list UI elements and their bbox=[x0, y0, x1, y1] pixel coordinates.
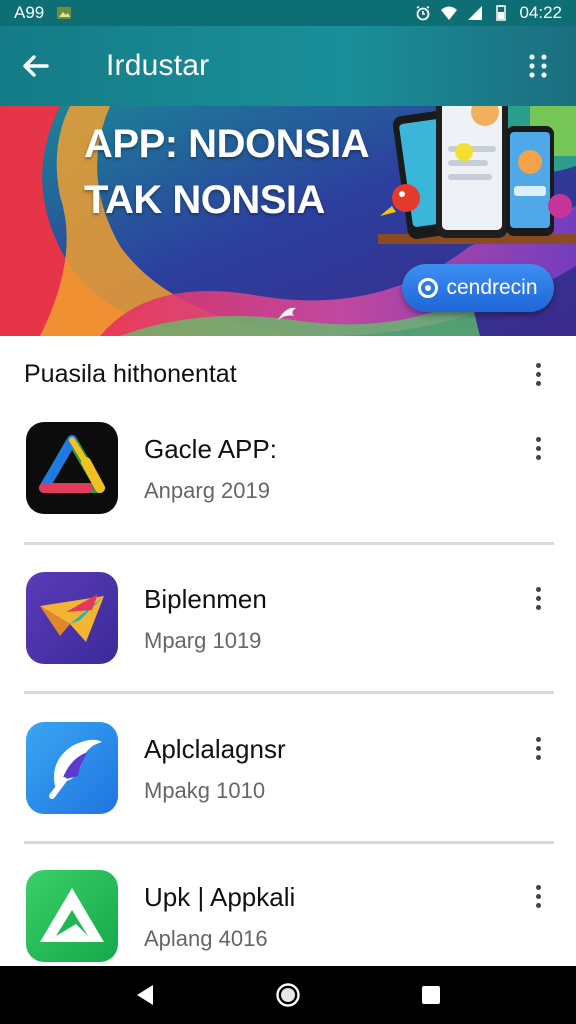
more-vert-icon bbox=[535, 362, 541, 368]
app-more-button[interactable] bbox=[522, 728, 554, 768]
status-right: 04:22 bbox=[415, 3, 562, 23]
promo-banner[interactable]: APP: NDONSIA TAK NONSIA cendrecin bbox=[0, 106, 576, 336]
app-more-button[interactable] bbox=[522, 428, 554, 468]
banner-headline-line2: TAK NONSIA bbox=[84, 178, 325, 222]
more-vert-icon bbox=[535, 436, 541, 442]
app-more-button[interactable] bbox=[522, 876, 554, 916]
list-item[interactable]: Gacle APP: Anparg 2019 bbox=[0, 404, 576, 552]
phones-illustration bbox=[392, 106, 554, 239]
nav-home-button[interactable] bbox=[268, 975, 308, 1015]
app-name: Aplclalagnsr bbox=[144, 734, 286, 764]
back-button[interactable] bbox=[0, 26, 72, 106]
app-name: Biplenmen bbox=[144, 584, 267, 614]
more-vert-icon bbox=[535, 884, 541, 890]
app-bar: Irdustar bbox=[0, 26, 576, 106]
list-item[interactable]: Biplenmen Mparg 1019 bbox=[0, 554, 576, 702]
app-more-button[interactable] bbox=[522, 578, 554, 618]
app-subtitle: Mparg 1019 bbox=[144, 628, 262, 653]
section-title: Puasila hithonentat bbox=[24, 359, 237, 388]
divider bbox=[24, 691, 554, 694]
paper-plane-logo-icon bbox=[26, 572, 118, 664]
wifi-icon bbox=[441, 6, 458, 20]
divider bbox=[24, 841, 554, 844]
status-left: A99 bbox=[14, 3, 72, 23]
nav-recents-button[interactable] bbox=[411, 975, 451, 1015]
battery-icon bbox=[496, 5, 507, 21]
app-subtitle: Mpakg 1010 bbox=[144, 778, 266, 803]
list-item[interactable]: Aplclalagnsr Mpakg 1010 bbox=[0, 704, 576, 852]
navigation-bar bbox=[0, 966, 576, 1024]
banner-cta-label: cendrecin bbox=[446, 276, 538, 299]
banner-cta-button[interactable]: cendrecin bbox=[402, 264, 554, 312]
alarm-icon bbox=[416, 5, 430, 21]
nav-back-icon bbox=[137, 985, 154, 1005]
status-left-text: A99 bbox=[14, 3, 45, 22]
app-subtitle: Anparg 2019 bbox=[144, 478, 270, 503]
triangle-a-logo-icon bbox=[26, 870, 118, 962]
nav-recents-icon bbox=[421, 986, 440, 1004]
app-name: Gacle APP: bbox=[144, 434, 277, 464]
app-title: Irdustar bbox=[106, 49, 210, 82]
image-notification-icon bbox=[57, 7, 72, 19]
more-vert-icon bbox=[529, 54, 547, 78]
stylized-p-logo-icon bbox=[26, 722, 118, 814]
section-more-button[interactable] bbox=[522, 354, 554, 394]
nav-home-icon bbox=[276, 983, 300, 1007]
status-time: 04:22 bbox=[519, 3, 562, 22]
app-subtitle: Aplang 4016 bbox=[144, 926, 268, 951]
app-name: Upk | Appkali bbox=[144, 882, 296, 912]
character-bird-icon bbox=[392, 184, 420, 212]
signal-icon bbox=[468, 6, 483, 20]
status-bar: A99 04:22 bbox=[0, 0, 576, 26]
divider bbox=[24, 542, 554, 545]
section-header: Puasila hithonentat bbox=[0, 344, 576, 404]
radio-dot-icon bbox=[418, 278, 439, 298]
delta-logo-icon bbox=[26, 422, 118, 514]
more-vert-icon bbox=[535, 736, 541, 742]
nav-back-button[interactable] bbox=[125, 975, 165, 1015]
more-vert-icon bbox=[535, 586, 541, 592]
arrow-back-icon bbox=[23, 55, 49, 77]
overflow-menu-button[interactable] bbox=[518, 26, 558, 106]
banner-headline-line1: APP: NDONSIA bbox=[84, 122, 370, 166]
